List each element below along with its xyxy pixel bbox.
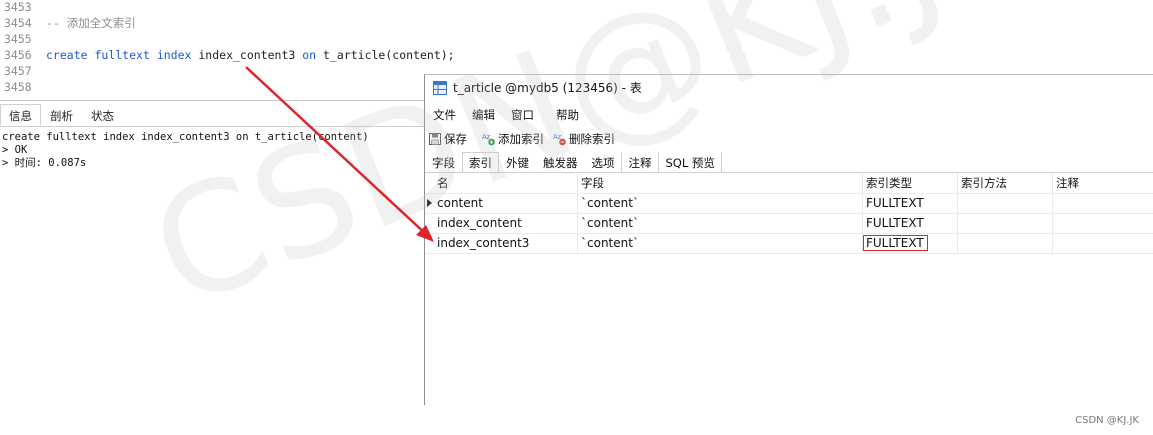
- cell-name[interactable]: content: [434, 194, 578, 213]
- line-number: 3456: [4, 48, 32, 62]
- save-icon: [429, 132, 441, 145]
- cell-type[interactable]: FULLTEXT: [863, 214, 958, 233]
- table-row[interactable]: index_content `content` FULLTEXT: [425, 214, 1153, 234]
- menu-help[interactable]: 帮助: [542, 105, 587, 125]
- tab-options[interactable]: 选项: [585, 152, 622, 173]
- table-icon: [433, 81, 447, 95]
- cell-field[interactable]: `content`: [578, 194, 863, 213]
- sql-identifier: index_content3: [198, 48, 296, 62]
- save-label: 保存: [444, 131, 467, 146]
- tab-status[interactable]: 状态: [82, 104, 123, 126]
- cell-name[interactable]: index_content3: [434, 234, 578, 253]
- table-design-window: t_article @mydb5 (123456) - 表 文件 编辑 窗口 帮…: [424, 74, 1153, 405]
- line-number: 3453: [4, 0, 32, 14]
- code-line: 3454 -- 添加全文索引: [0, 16, 136, 31]
- cell-method[interactable]: [958, 234, 1053, 253]
- column-header[interactable]: 注释: [1053, 174, 1153, 193]
- column-header[interactable]: 字段: [578, 174, 863, 193]
- menu-edit[interactable]: 编辑: [464, 105, 503, 125]
- line-number: 3458: [4, 80, 32, 94]
- code-line: 3457: [0, 64, 36, 79]
- tab-info[interactable]: 信息: [0, 104, 41, 126]
- tab-foreign-keys[interactable]: 外键: [499, 152, 536, 173]
- cell-comment[interactable]: [1053, 194, 1153, 213]
- delete-index-button[interactable]: A z 删除索引: [550, 131, 615, 147]
- line-number: 3457: [4, 64, 32, 78]
- sql-keyword: on: [302, 48, 317, 62]
- add-index-label: 添加索引: [498, 131, 544, 146]
- result-tabs: 信息 剖析 状态: [0, 104, 123, 126]
- column-header[interactable]: 索引类型: [863, 174, 958, 193]
- cell-method[interactable]: [958, 194, 1053, 213]
- menu-file[interactable]: 文件: [425, 105, 464, 125]
- window-titlebar: t_article @mydb5 (123456) - 表: [425, 75, 1153, 102]
- tab-divider: [0, 126, 424, 127]
- toolbar: 保存 A z 添加索引 A z 删除索引: [425, 128, 621, 149]
- column-header[interactable]: 索引方法: [958, 174, 1053, 193]
- code-line: 3458: [0, 80, 36, 95]
- add-index-button[interactable]: A z 添加索引: [479, 131, 544, 147]
- output-line: > OK: [2, 144, 28, 156]
- code-line: 3456 create fulltext index index_content3…: [0, 48, 455, 63]
- delete-index-label: 删除索引: [569, 131, 615, 146]
- tab-sql-preview[interactable]: SQL 预览: [659, 152, 722, 173]
- tab-divider: [425, 172, 1153, 173]
- cell-comment[interactable]: [1053, 234, 1153, 253]
- tab-profile[interactable]: 剖析: [41, 104, 82, 126]
- tab-fields[interactable]: 字段: [425, 152, 462, 173]
- sql-keyword: fulltext: [94, 48, 150, 62]
- table-row[interactable]: index_content3 `content` FULLTEXT: [425, 234, 1153, 254]
- menubar: 文件 编辑 窗口 帮助: [425, 105, 587, 125]
- tab-triggers[interactable]: 触发器: [536, 152, 585, 173]
- delete-index-icon: A z: [553, 133, 566, 145]
- code-line: 3455: [0, 32, 36, 47]
- output-line: create fulltext index index_content3 on …: [2, 131, 369, 143]
- sql-comment: -- 添加全文索引: [46, 16, 136, 30]
- cell-method[interactable]: [958, 214, 1053, 233]
- tab-indexes[interactable]: 索引: [462, 152, 499, 173]
- credit-text: CSDN @KJ.JK: [1075, 415, 1139, 426]
- code-line: 3453: [0, 0, 36, 15]
- highlight-box: [863, 235, 928, 251]
- row-cursor-icon: [427, 199, 432, 207]
- cell-field[interactable]: `content`: [578, 234, 863, 253]
- sql-keyword: create: [46, 48, 88, 62]
- line-number: 3454: [4, 16, 32, 30]
- save-button[interactable]: 保存: [425, 131, 467, 147]
- table-row[interactable]: content `content` FULLTEXT: [425, 194, 1153, 214]
- grid-header: 名 字段 索引类型 索引方法 注释: [425, 174, 1153, 194]
- cell-comment[interactable]: [1053, 214, 1153, 233]
- cell-field[interactable]: `content`: [578, 214, 863, 233]
- sql-statement: create fulltext index index_content3 on …: [36, 48, 455, 62]
- output-line: > 时间: 0.087s: [2, 157, 87, 169]
- window-title: t_article @mydb5 (123456) - 表: [453, 81, 642, 95]
- cell-name[interactable]: index_content: [434, 214, 578, 233]
- design-tabs: 字段 索引 外键 触发器 选项 注释 SQL 预览: [425, 151, 722, 173]
- cell-type[interactable]: FULLTEXT: [863, 194, 958, 213]
- result-panel: 信息 剖析 状态 create fulltext index index_con…: [0, 100, 424, 435]
- sql-keyword: index: [156, 48, 192, 62]
- sql-identifier: t_article(content);: [323, 48, 455, 62]
- column-header[interactable]: 名: [434, 174, 578, 193]
- tab-comment[interactable]: 注释: [622, 152, 659, 173]
- menu-window[interactable]: 窗口: [503, 105, 542, 125]
- line-number: 3455: [4, 32, 32, 46]
- add-index-icon: A z: [482, 133, 495, 145]
